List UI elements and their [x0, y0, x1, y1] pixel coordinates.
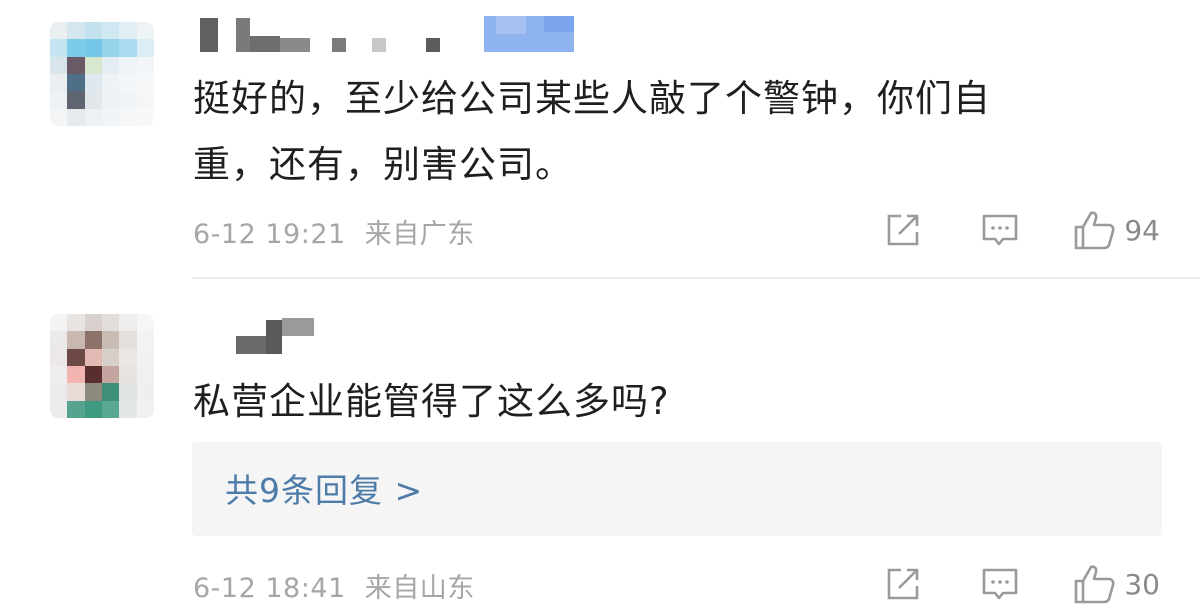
thumbs-up-icon — [1072, 563, 1116, 605]
comment-button[interactable] — [980, 211, 1020, 249]
timestamp: 6-12 19:21 — [193, 219, 346, 250]
like-button[interactable]: 94 — [1072, 209, 1160, 251]
comment-icon — [980, 211, 1020, 249]
comment-meta: 6-12 18:41 来自山东 — [193, 566, 475, 605]
reply-thread-box[interactable]: 共9条回复 > — [192, 442, 1162, 536]
username[interactable] — [196, 14, 586, 52]
comment-text-line: 私营企业能管得了这么多吗? — [193, 380, 670, 423]
thumbs-up-icon — [1072, 209, 1116, 251]
comment-icon — [980, 565, 1020, 603]
view-replies-link[interactable]: 共9条回复 > — [225, 464, 423, 512]
share-icon — [884, 211, 922, 249]
share-button[interactable] — [884, 565, 922, 603]
comment-text-line: 挺好的，至少给公司某些人敲了个警钟，你们自 — [193, 77, 991, 120]
comment-button[interactable] — [980, 565, 1020, 603]
comment-text: 私营企业能管得了这么多吗? — [193, 369, 1153, 435]
comment-actions: 94 — [838, 206, 1160, 254]
location: 来自山东 — [364, 573, 475, 604]
like-count: 94 — [1124, 213, 1160, 247]
comment-item: 挺好的，至少给公司某些人敲了个警钟，你们自 重，还有，别害公司。 6-12 19… — [0, 0, 1200, 278]
comment-actions: 30 — [838, 560, 1160, 608]
timestamp: 6-12 18:41 — [193, 573, 346, 604]
comment-text-line: 重，还有，别害公司。 — [193, 143, 573, 186]
share-button[interactable] — [884, 211, 922, 249]
like-count: 30 — [1124, 567, 1160, 601]
share-icon — [884, 565, 922, 603]
username[interactable] — [236, 316, 316, 354]
comment-meta: 6-12 19:21 来自广东 — [193, 212, 475, 251]
location: 来自广东 — [364, 219, 475, 250]
like-button[interactable]: 30 — [1072, 563, 1160, 605]
avatar[interactable] — [50, 314, 154, 418]
avatar[interactable] — [50, 22, 154, 126]
comment-text: 挺好的，至少给公司某些人敲了个警钟，你们自 重，还有，别害公司。 — [193, 66, 1153, 198]
comment-item: 私营企业能管得了这么多吗? 共9条回复 > 6-12 18:41 来自山东 30 — [0, 279, 1200, 615]
